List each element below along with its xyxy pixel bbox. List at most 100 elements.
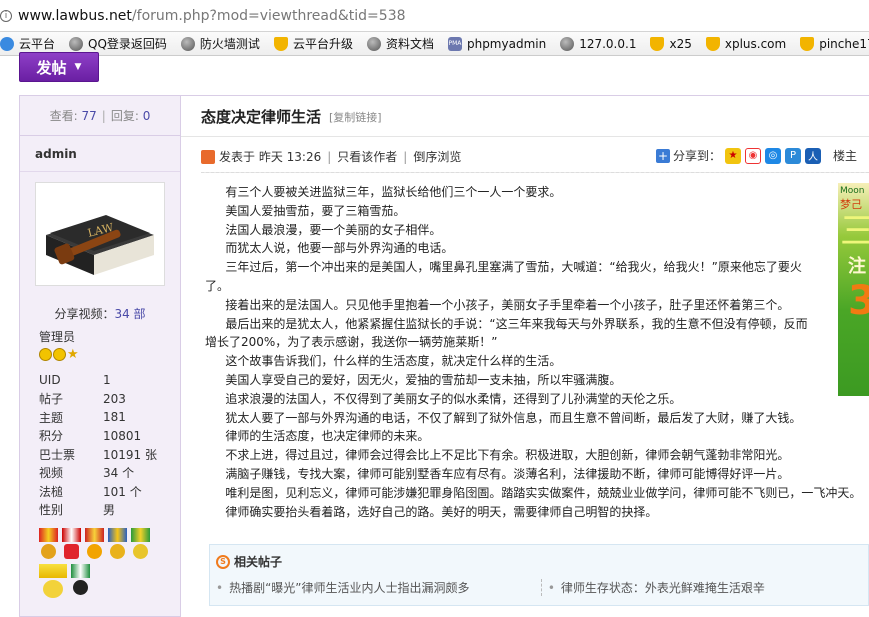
- post-paragraph: 三年过后，第一个冲出来的是美国人，嘴里鼻孔里塞满了雪茄，大喊道：“给我火，给我火…: [205, 260, 802, 293]
- medal-icon[interactable]: [62, 528, 81, 560]
- bookmark-firewall[interactable]: 防火墙测试: [180, 35, 260, 52]
- url-host: www.lawbus.net: [18, 7, 132, 24]
- user-stats: UID 1 帖子 203 主题 181 积分 10801 巴士票 10191 张 视频 34…: [39, 371, 157, 519]
- related-list: • 热播剧“曝光”律师生活业内人士指出漏洞颇多 • 律师生存状态：外表光鲜难掩生活艰…: [216, 579, 866, 596]
- bookmark-xplus[interactable]: xplus.com: [705, 36, 786, 51]
- bookmark-qq-login[interactable]: QQ登录返回码: [69, 35, 167, 52]
- views-count: 77: [81, 108, 97, 123]
- side-advertisement[interactable]: Moon 梦己 三 注 3: [838, 183, 869, 396]
- post-paragraph: 美国人爱抽雪茄，要了三箱雪茄。: [225, 203, 406, 218]
- post-paragraph: 唯利是图，见利忘义，律师可能涉嫌犯罪身陷囹圄。踏踏实实做案件，兢兢业业做学问，律…: [225, 485, 862, 500]
- renren-icon[interactable]: 人: [805, 147, 822, 164]
- shield-icon: [800, 36, 815, 51]
- qzone-icon[interactable]: ★: [725, 147, 742, 164]
- share-label[interactable]: 分享到：: [673, 147, 721, 164]
- post-main: 态度决定律师生活 [复制链接] 发表于 昨天 13:26 | 只看该作者 | 倒…: [181, 95, 869, 617]
- stat-uid: UID 1: [39, 373, 111, 388]
- medal-icon[interactable]: [131, 528, 150, 560]
- related-item[interactable]: • 热播剧“曝光”律师生活业内人士指出漏洞颇多: [216, 579, 541, 596]
- post-paragraph: 美国人享受自己的爱好，因无火，爱抽的雪茄却一支未抽，所以牢骚满腹。: [225, 372, 622, 387]
- medal-icon[interactable]: [71, 564, 90, 598]
- medal-icon[interactable]: [85, 528, 104, 560]
- globe-icon: [69, 36, 84, 51]
- post-paragraph: 满脑子赚钱，专找大案，律师可能别墅香车应有尽有。淡薄名利，法律援助不断，律师可能…: [225, 466, 790, 481]
- bookmark-localhost[interactable]: 127.0.0.1: [560, 36, 636, 51]
- new-post-button[interactable]: 发帖 ▼: [19, 52, 99, 82]
- share-video: 分享视频：34 部: [54, 307, 146, 321]
- post-paragraph: 法国人最浪漫，要一个美丽的女子相伴。: [225, 222, 442, 237]
- top-strip: [0, 57, 869, 95]
- user-role[interactable]: 管理员: [39, 328, 75, 345]
- stat-gavels: 法槌 101 个: [39, 484, 142, 499]
- bookmark-pinche178[interactable]: pinche178: [800, 36, 869, 51]
- stat-points: 积分 10801: [39, 428, 142, 444]
- user-icon: [201, 149, 215, 164]
- copy-link[interactable]: [复制链接]: [329, 109, 382, 125]
- post-paragraph: 而犹太人说，他要一部与外界沟通的电话。: [225, 241, 454, 256]
- bookmark-x25[interactable]: x25: [650, 36, 692, 51]
- url-path: /forum.php?mod=viewthread&tid=538: [131, 7, 406, 24]
- post-paragraph: 最后出来的是犹太人，他紧紧握住监狱长的手说：“这三年来我每天与外界联系，我的生意…: [205, 316, 808, 350]
- divider: [201, 172, 869, 173]
- smiley-icon: [39, 348, 52, 361]
- author-name[interactable]: admin: [20, 136, 180, 172]
- bookmark-yunpingtai[interactable]: 云平台: [0, 35, 55, 52]
- post-content: 有三个人要被关进监狱三年，监狱长给他们三个一人一个要求。 美国人爱抽雪茄，要了三…: [205, 183, 862, 521]
- bookmarks-bar: 云平台 QQ登录返回码 防火墙测试 云平台升级 资料文档 PMA phpmyadm…: [0, 32, 869, 56]
- medals-row-2: [39, 564, 94, 598]
- post-paragraph: 律师的生活态度，也决定律师的未来。: [225, 429, 430, 444]
- medal-icon[interactable]: [39, 528, 58, 560]
- weibo-icon[interactable]: ◉: [745, 147, 762, 164]
- stat-videos: 视频 34 个: [39, 466, 135, 481]
- pengyou-icon[interactable]: P: [785, 147, 802, 164]
- medal-icon[interactable]: [39, 564, 67, 598]
- divider: [181, 136, 869, 137]
- share-video-count[interactable]: 34 部: [114, 307, 145, 321]
- post-title-row: 态度决定律师生活 [复制链接]: [201, 106, 382, 127]
- thread-stats: 查看: 77 | 回复: 0: [20, 96, 180, 136]
- stat-threads: 主题 181: [39, 410, 126, 425]
- address-bar[interactable]: i www.lawbus.net/forum.php?mod=viewthrea…: [0, 0, 869, 32]
- post-paragraph: 接着出来的是法国人。只见他手里抱着一个小孩子，美丽女子手里牵着一个小孩子，肚子里…: [225, 297, 790, 312]
- cloud-icon: [0, 36, 14, 51]
- shield-icon: [273, 36, 288, 51]
- globe-icon: [560, 36, 575, 51]
- post-paragraph: 犹太人要了一部与外界沟通的电话，不仅了解到了狱外信息，而且生意不曾间断，最后发了…: [225, 410, 802, 425]
- share-plus-icon[interactable]: +: [656, 148, 670, 163]
- post-paragraph: 追求浪漫的法国人，不仅得到了美丽女子的似水柔情，还得到了儿孙满堂的天伦之乐。: [225, 391, 682, 406]
- bookmark-phpmyadmin[interactable]: PMA phpmyadmin: [447, 36, 546, 51]
- replies-count: 0: [142, 108, 151, 123]
- post-paragraph: 有三个人要被关进监狱三年，监狱长给他们三个一人一个要求。: [225, 185, 562, 199]
- related-threads: S 相关帖子 • 热播剧“曝光”律师生活业内人士指出漏洞颇多 • 律师生存状态：外表…: [209, 544, 869, 606]
- smiley-icon: [53, 348, 66, 361]
- globe-icon: [366, 36, 381, 51]
- bookmark-docs[interactable]: 资料文档: [366, 35, 434, 52]
- page-info-icon[interactable]: i: [0, 9, 12, 22]
- author-sidebar: 查看: 77 | 回复: 0 admin LAW 分享视频：34 部 管理员 ★…: [19, 95, 181, 617]
- shield-icon: [650, 36, 665, 51]
- reverse-order-link[interactable]: 倒序浏览: [413, 148, 461, 165]
- post-title: 态度决定律师生活: [201, 108, 322, 126]
- only-author-link[interactable]: 只看该作者: [337, 148, 397, 165]
- stat-gender: 性别男: [39, 503, 116, 518]
- shield-icon: [705, 36, 720, 51]
- related-icon: S: [216, 554, 230, 569]
- caret-down-icon: ▼: [74, 62, 82, 72]
- related-heading: S 相关帖子: [216, 553, 282, 570]
- share-row: + 分享到： ★ ◉ ◎ P 人 楼主: [656, 147, 857, 164]
- stat-bus-tickets: 巴士票 10191 张: [39, 447, 157, 462]
- user-level-icons: ★: [39, 348, 80, 361]
- tencent-weibo-icon[interactable]: ◎: [765, 147, 782, 164]
- globe-icon: [180, 36, 195, 51]
- post-paragraph: 律师确实要抬头看着路，选好自己的路。美好的明天，需要律师自己明智的抉择。: [225, 504, 658, 519]
- post-paragraph: 不求上进，得过且过，律师会过得会比上不足比下有余。积极进取，大胆创新，律师会朝气…: [225, 448, 790, 463]
- bookmark-cloud-upgrade[interactable]: 云平台升级: [273, 35, 353, 52]
- medal-icon[interactable]: [108, 528, 127, 560]
- related-item[interactable]: • 律师生存状态：外表光鲜难掩生活艰辛: [540, 579, 866, 596]
- pma-icon: PMA: [447, 36, 462, 51]
- floor-label: 楼主: [833, 149, 858, 163]
- avatar[interactable]: LAW: [35, 182, 165, 286]
- post-meta: 发表于 昨天 13:26 | 只看该作者 | 倒序浏览: [201, 148, 461, 165]
- posted-at: 发表于 昨天 13:26: [219, 150, 322, 164]
- law-book-gavel-icon: LAW: [46, 215, 154, 275]
